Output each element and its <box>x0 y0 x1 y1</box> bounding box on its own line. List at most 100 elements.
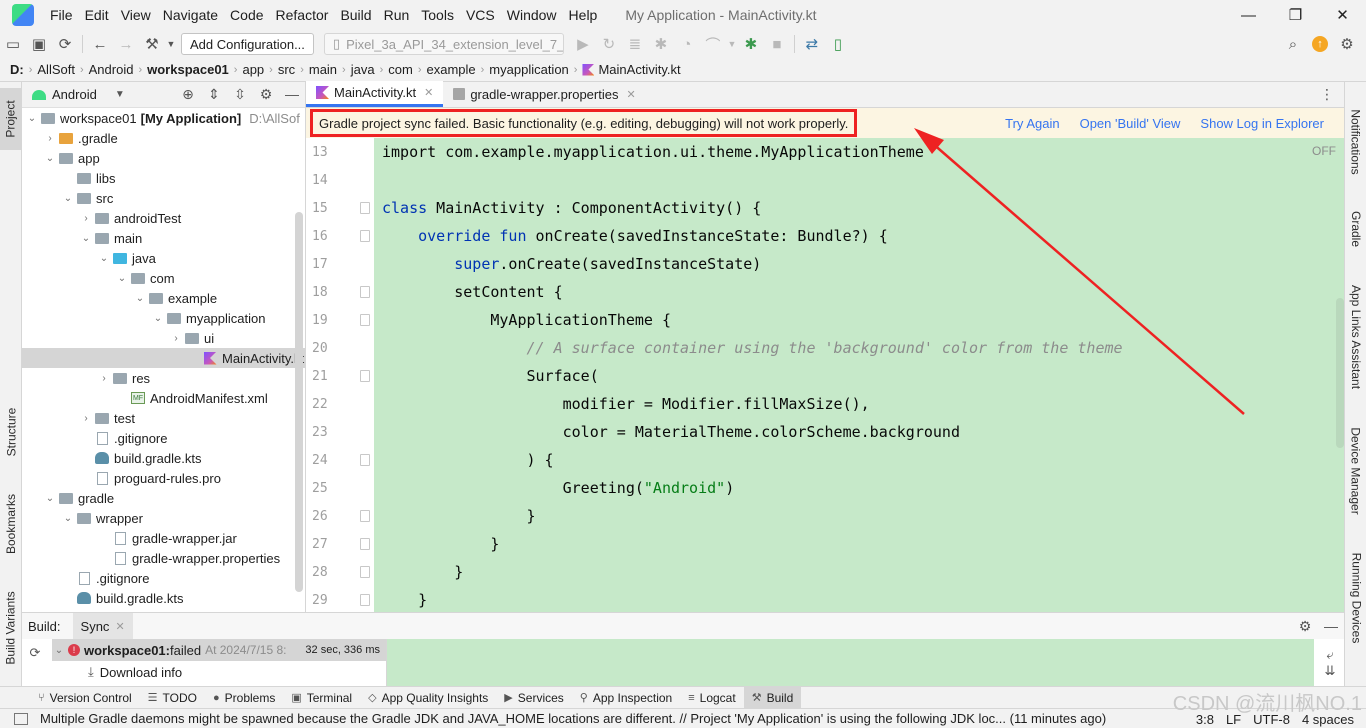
chevron-down-icon[interactable]: ⌄ <box>78 233 94 244</box>
status-message[interactable]: Multiple Gradle daemons might be spawned… <box>40 711 1150 726</box>
tab-notifications[interactable]: Notifications <box>1345 92 1366 192</box>
chevron-down-icon[interactable]: ⌄ <box>60 193 76 204</box>
tree-root[interactable]: ⌄ workspace01 [My Application] D:\AllSof <box>22 108 305 128</box>
search-icon[interactable]: ⌕ <box>1280 31 1306 57</box>
fold-marker-icon[interactable] <box>360 594 370 606</box>
fold-marker-icon[interactable] <box>360 286 370 298</box>
tab-sync[interactable]: Sync ✕ <box>72 613 133 639</box>
fold-marker-icon[interactable] <box>360 538 370 550</box>
tree-node[interactable]: ⌄ myapplication <box>22 308 305 328</box>
soft-wrap-icon[interactable]: ⤶ <box>1326 647 1333 663</box>
tab-version-control[interactable]: ⑂ Version Control <box>30 687 140 709</box>
breadcrumb-item[interactable]: Android <box>89 62 134 77</box>
settings-gear-icon[interactable]: ⚙ <box>253 86 279 103</box>
build-row-failed[interactable]: ⌄ ! workspace01: failed At 2024/7/15 8: … <box>52 639 386 661</box>
coverage-icon[interactable]: ⌒ <box>700 31 726 57</box>
settings-gear-icon[interactable]: ⚙ <box>1334 31 1360 57</box>
update-icon[interactable]: ↑ <box>1312 36 1328 52</box>
code-line[interactable]: 29 } <box>306 586 1344 612</box>
tree-node[interactable]: › ui <box>22 328 305 348</box>
save-icon[interactable]: ▣ <box>26 31 52 57</box>
close-tab-icon[interactable]: ✕ <box>626 88 635 101</box>
run-icon[interactable]: ▶ <box>570 31 596 57</box>
hide-icon[interactable]: — <box>279 86 305 103</box>
code-line[interactable]: 27 } <box>306 530 1344 558</box>
menu-edit[interactable]: Edit <box>79 7 115 23</box>
chevron-right-icon[interactable]: › <box>78 213 94 224</box>
tab-services[interactable]: ▶ Services <box>496 687 571 709</box>
close-tab-icon[interactable]: ✕ <box>424 86 433 99</box>
menu-run[interactable]: Run <box>378 7 416 23</box>
more-tabs-icon[interactable]: ⋮ <box>1310 81 1344 107</box>
breadcrumb-item[interactable]: example <box>426 62 475 77</box>
code-line[interactable]: 20 // A surface container using the 'bac… <box>306 334 1344 362</box>
tab-app-inspection[interactable]: ⚲ App Inspection <box>572 687 680 709</box>
chevron-down-icon[interactable]: ⌄ <box>42 153 58 164</box>
fold-marker-icon[interactable] <box>360 454 370 466</box>
fold-marker-icon[interactable] <box>360 566 370 578</box>
breadcrumb-item[interactable]: com <box>388 62 413 77</box>
tree-node[interactable]: › res <box>22 368 305 388</box>
tab-gradle[interactable]: Gradle <box>1345 202 1366 256</box>
fold-marker-icon[interactable] <box>360 202 370 214</box>
code-line[interactable]: 22 modifier = Modifier.fillMaxSize(), <box>306 390 1344 418</box>
tab-bookmarks[interactable]: Bookmarks <box>0 482 22 566</box>
code-line[interactable]: 14 <box>306 166 1344 194</box>
code-line[interactable]: 25 Greeting("Android") <box>306 474 1344 502</box>
chevron-down-icon[interactable]: ⌄ <box>132 293 148 304</box>
tree-node[interactable]: ⌄ gradle <box>22 488 305 508</box>
breadcrumb-item[interactable]: workspace01 <box>147 62 229 77</box>
apply-changes-icon[interactable]: ↻ <box>596 31 622 57</box>
tree-node[interactable]: gradle-wrapper.properties <box>22 548 305 568</box>
maximize-icon[interactable]: ❐ <box>1272 0 1319 30</box>
code-line[interactable]: 19 MyApplicationTheme { <box>306 306 1344 334</box>
code-area[interactable]: OFF 13 import com.example.myapplication.u… <box>306 138 1344 612</box>
settings-gear-icon[interactable]: ⚙ <box>1292 618 1318 635</box>
code-line[interactable]: 13 import com.example.myapplication.ui.th… <box>306 138 1344 166</box>
back-icon[interactable]: ← <box>87 31 113 57</box>
tab-todo[interactable]: ☰ TODO <box>140 687 205 709</box>
chevron-right-icon[interactable]: › <box>96 373 112 384</box>
menu-refactor[interactable]: Refactor <box>270 7 335 23</box>
chevron-down-icon[interactable]: ⌄ <box>42 493 58 504</box>
tab-device-manager[interactable]: Device Manager <box>1345 416 1366 526</box>
chevron-down-icon[interactable]: ⌄ <box>24 113 40 124</box>
project-scrollbar[interactable] <box>295 212 303 592</box>
menu-help[interactable]: Help <box>563 7 604 23</box>
tree-node[interactable]: › .gradle <box>22 128 305 148</box>
tab-logcat[interactable]: ≡ Logcat <box>680 687 743 709</box>
tree-node[interactable]: › test <box>22 408 305 428</box>
menu-file[interactable]: File <box>44 7 79 23</box>
tree-node[interactable]: ⌄ com <box>22 268 305 288</box>
code-line[interactable]: 21 Surface( <box>306 362 1344 390</box>
tab-app-quality-insights[interactable]: ◇ App Quality Insights <box>360 687 496 709</box>
attach-debugger-icon[interactable]: ✱ <box>738 31 764 57</box>
tab-problems[interactable]: ● Problems <box>205 687 283 709</box>
tree-node[interactable]: libs <box>22 168 305 188</box>
breadcrumb-item[interactable]: app <box>242 62 264 77</box>
device-manager-icon[interactable]: ▯ <box>825 31 851 57</box>
forward-icon[interactable]: → <box>113 31 139 57</box>
tab-app-links-assistant[interactable]: App Links Assistant <box>1345 272 1366 402</box>
code-line[interactable]: 24 ) { <box>306 446 1344 474</box>
toggle-tool-windows-icon[interactable] <box>14 712 28 725</box>
tree-node[interactable]: MF AndroidManifest.xml <box>22 388 305 408</box>
sync-icon[interactable]: ⟳ <box>52 31 78 57</box>
tree-node[interactable]: › androidTest <box>22 208 305 228</box>
add-configuration-button[interactable]: Add Configuration... <box>181 33 314 55</box>
tree-node[interactable]: build.gradle.kts <box>22 448 305 468</box>
menu-navigate[interactable]: Navigate <box>157 7 224 23</box>
build-output[interactable] <box>386 639 1314 687</box>
try-again-link[interactable]: Try Again <box>1005 116 1059 131</box>
menu-window[interactable]: Window <box>501 7 563 23</box>
tree-node[interactable]: ⌄ main <box>22 228 305 248</box>
hide-icon[interactable]: — <box>1318 618 1344 635</box>
menu-vcs[interactable]: VCS <box>460 7 501 23</box>
chevron-down-icon[interactable]: ⌄ <box>96 253 112 264</box>
open-folder-icon[interactable]: ▭ <box>0 31 26 57</box>
code-line[interactable]: 15 class MainActivity : ComponentActivity… <box>306 194 1344 222</box>
show-log-link[interactable]: Show Log in Explorer <box>1200 116 1324 131</box>
chevron-down-icon[interactable]: ⌄ <box>150 313 166 324</box>
rerun-sync-icon[interactable]: ⟳ <box>30 645 41 661</box>
sync-gradle-icon[interactable]: ⇄ <box>799 31 825 57</box>
